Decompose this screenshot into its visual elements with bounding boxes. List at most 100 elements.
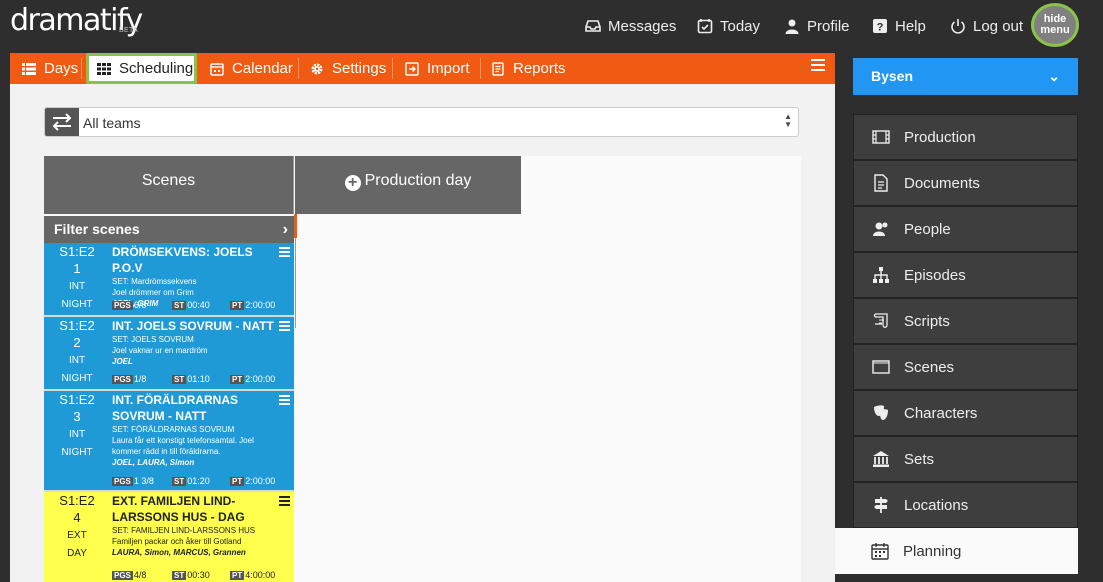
- scene-menu-icon[interactable]: [279, 496, 290, 508]
- production-time-value: 2:00:00: [245, 374, 276, 384]
- inbox-icon: [585, 18, 601, 34]
- sidebar-item-documents[interactable]: Documents: [853, 160, 1078, 206]
- calendar-check-icon: [697, 18, 713, 34]
- production-time-value: 4:00:00: [245, 570, 276, 580]
- scene-title: DRÖMSEKVENS: JOELS P.O.V: [112, 245, 253, 275]
- tab-settings[interactable]: Settings: [310, 53, 386, 84]
- tab-calendar[interactable]: Calendar: [210, 53, 293, 84]
- sidebar-item-scripts[interactable]: Scripts: [853, 298, 1078, 344]
- scene-meta: S1:E2 4 EXT DAY: [44, 492, 110, 562]
- scene-card[interactable]: S1:E2 3 INT NIGHT INT. FÖRÄLDRARNAS SOVR…: [44, 391, 294, 492]
- scene-description: Laura får ett konstigt telefonsamtal. Jo…: [112, 436, 254, 456]
- production-time-value: 2:00:00: [245, 300, 276, 310]
- scene-set: SET: FÖRÄLDRARNAS SOVRUM: [112, 425, 235, 434]
- user-icon: [784, 18, 800, 34]
- plus-circle-icon: +: [344, 175, 361, 191]
- scene-set: SET: Mardrömssekvens: [112, 277, 197, 286]
- scheduling-panel: All teams ▲ ▼ Scenes + Production day Filt…: [10, 84, 835, 582]
- tab-scheduling[interactable]: Scheduling: [86, 53, 197, 84]
- production-time-stat: PT 2:00:00: [230, 374, 275, 384]
- hide-menu-button[interactable]: hide menu: [1031, 3, 1079, 47]
- scenes-icon: [872, 358, 890, 376]
- project-selector[interactable]: Bysen ⌄: [853, 58, 1078, 95]
- sidebar-item-episodes[interactable]: Episodes: [853, 252, 1078, 298]
- swap-icon: [45, 108, 79, 136]
- sidebar-item-sets[interactable]: Sets: [853, 436, 1078, 482]
- tab-scheduling-label: Scheduling: [119, 60, 194, 77]
- sidebar-item-label: Documents: [904, 174, 980, 192]
- scene-time-of-day: NIGHT: [61, 299, 93, 310]
- sidebar-item-production[interactable]: Production: [853, 114, 1078, 160]
- scene-characters: JOEL: [112, 357, 133, 366]
- scene-set: SET: JOELS SOVRUM: [112, 335, 194, 344]
- scene-time-of-day: NIGHT: [61, 447, 93, 458]
- document-icon: [491, 61, 505, 76]
- today-link[interactable]: Today: [697, 16, 760, 36]
- scene-card[interactable]: S1:E2 1 INT NIGHT DRÖMSEKVENS: JOELS P.O…: [44, 243, 294, 317]
- team-select[interactable]: All teams ▲ ▼: [44, 107, 799, 137]
- tab-import[interactable]: Import: [405, 53, 470, 84]
- logout-link[interactable]: Log out: [950, 16, 1023, 36]
- pages-label: PGS: [112, 301, 133, 310]
- screen-time-value: 01:10: [187, 374, 210, 384]
- scene-menu-icon[interactable]: [279, 247, 290, 259]
- project-name: Bysen: [871, 68, 914, 84]
- tab-menu-icon[interactable]: [811, 59, 825, 74]
- logout-label: Log out: [973, 17, 1024, 35]
- production-time-stat: PT 4:00:00: [230, 570, 275, 580]
- calendar-icon: [871, 542, 889, 560]
- scene-menu-icon[interactable]: [279, 321, 290, 333]
- scene-code: S1:E2: [59, 318, 95, 333]
- sidebar-item-label: Episodes: [904, 266, 966, 284]
- sidebar-item-label: People: [904, 220, 951, 238]
- scene-details: EXT. FAMILJEN LIND-LARSSONS HUS - DAG SE…: [112, 492, 282, 558]
- pages-value: 4/8: [133, 570, 147, 580]
- scene-number: 3: [73, 409, 81, 424]
- help-icon: ?: [872, 18, 888, 34]
- add-production-day-button[interactable]: + Production day: [295, 156, 521, 214]
- sidebar-item-people[interactable]: People: [853, 206, 1078, 252]
- svg-text:?: ?: [877, 22, 884, 34]
- screen-time-stat: ST 00:30: [172, 570, 210, 580]
- production-time-label: PT: [230, 375, 245, 384]
- tab-reports[interactable]: Reports: [491, 53, 566, 84]
- scene-int-ext: EXT: [67, 530, 87, 541]
- screen-time-stat: ST 00:40: [172, 300, 210, 310]
- tab-settings-label: Settings: [332, 60, 387, 77]
- sidebar-item-characters[interactable]: Characters: [853, 390, 1078, 436]
- filter-scenes-label: Filter scenes: [54, 221, 140, 237]
- scenes-column-header: Scenes: [44, 156, 294, 214]
- sidebar-item-planning[interactable]: Planning: [835, 528, 1078, 574]
- scene-card[interactable]: S1:E2 4 EXT DAY EXT. FAMILJEN LIND-LARSS…: [44, 492, 294, 582]
- pages-stat: PGS 1 3/8: [112, 476, 154, 486]
- scene-number: 1: [73, 261, 81, 276]
- scene-set: SET: FAMILJEN LIND-LARSSONS HUS: [112, 526, 256, 535]
- main-tab-bar: Days Scheduling Calendar Settings Import…: [10, 53, 835, 84]
- profile-link[interactable]: Profile: [784, 16, 850, 36]
- scene-int-ext: INT: [68, 281, 86, 292]
- screen-time-label: ST: [172, 477, 187, 486]
- tab-days[interactable]: Days: [22, 53, 78, 84]
- scene-title: INT. FÖRÄLDRARNAS SOVRUM - NATT: [112, 393, 238, 423]
- sidebar-item-scenes[interactable]: Scenes: [853, 344, 1078, 390]
- filter-scenes-button[interactable]: Filter scenes ›: [44, 216, 294, 243]
- calendar-icon: [210, 62, 224, 76]
- screen-time-value: 00:30: [187, 570, 210, 580]
- sidebar-item-locations[interactable]: Locations: [853, 482, 1078, 528]
- screen-time-label: ST: [172, 571, 187, 580]
- scene-description: Familjen packar och åker till Gotland: [112, 537, 242, 546]
- production-time-value: 2:00:00: [245, 476, 276, 486]
- sidebar-item-label: Scenes: [904, 358, 955, 376]
- screen-time-value: 00:40: [187, 300, 210, 310]
- pages-stat: PGS 6/8: [112, 300, 146, 310]
- production-time-stat: PT 2:00:00: [230, 476, 275, 486]
- scene-menu-icon[interactable]: [279, 395, 290, 407]
- tab-calendar-label: Calendar: [232, 60, 293, 77]
- help-link[interactable]: ? Help: [872, 16, 926, 36]
- pages-value: 1/8: [133, 374, 147, 384]
- scene-card[interactable]: S1:E2 2 INT NIGHT INT. JOELS SOVRUM - NA…: [44, 317, 294, 391]
- sidebar-item-label: Planning: [903, 542, 962, 560]
- sidebar-item-label: Scripts: [904, 312, 950, 330]
- messages-link[interactable]: Messages: [585, 16, 676, 36]
- scene-description: Joel drömmer om Grim: [112, 288, 194, 297]
